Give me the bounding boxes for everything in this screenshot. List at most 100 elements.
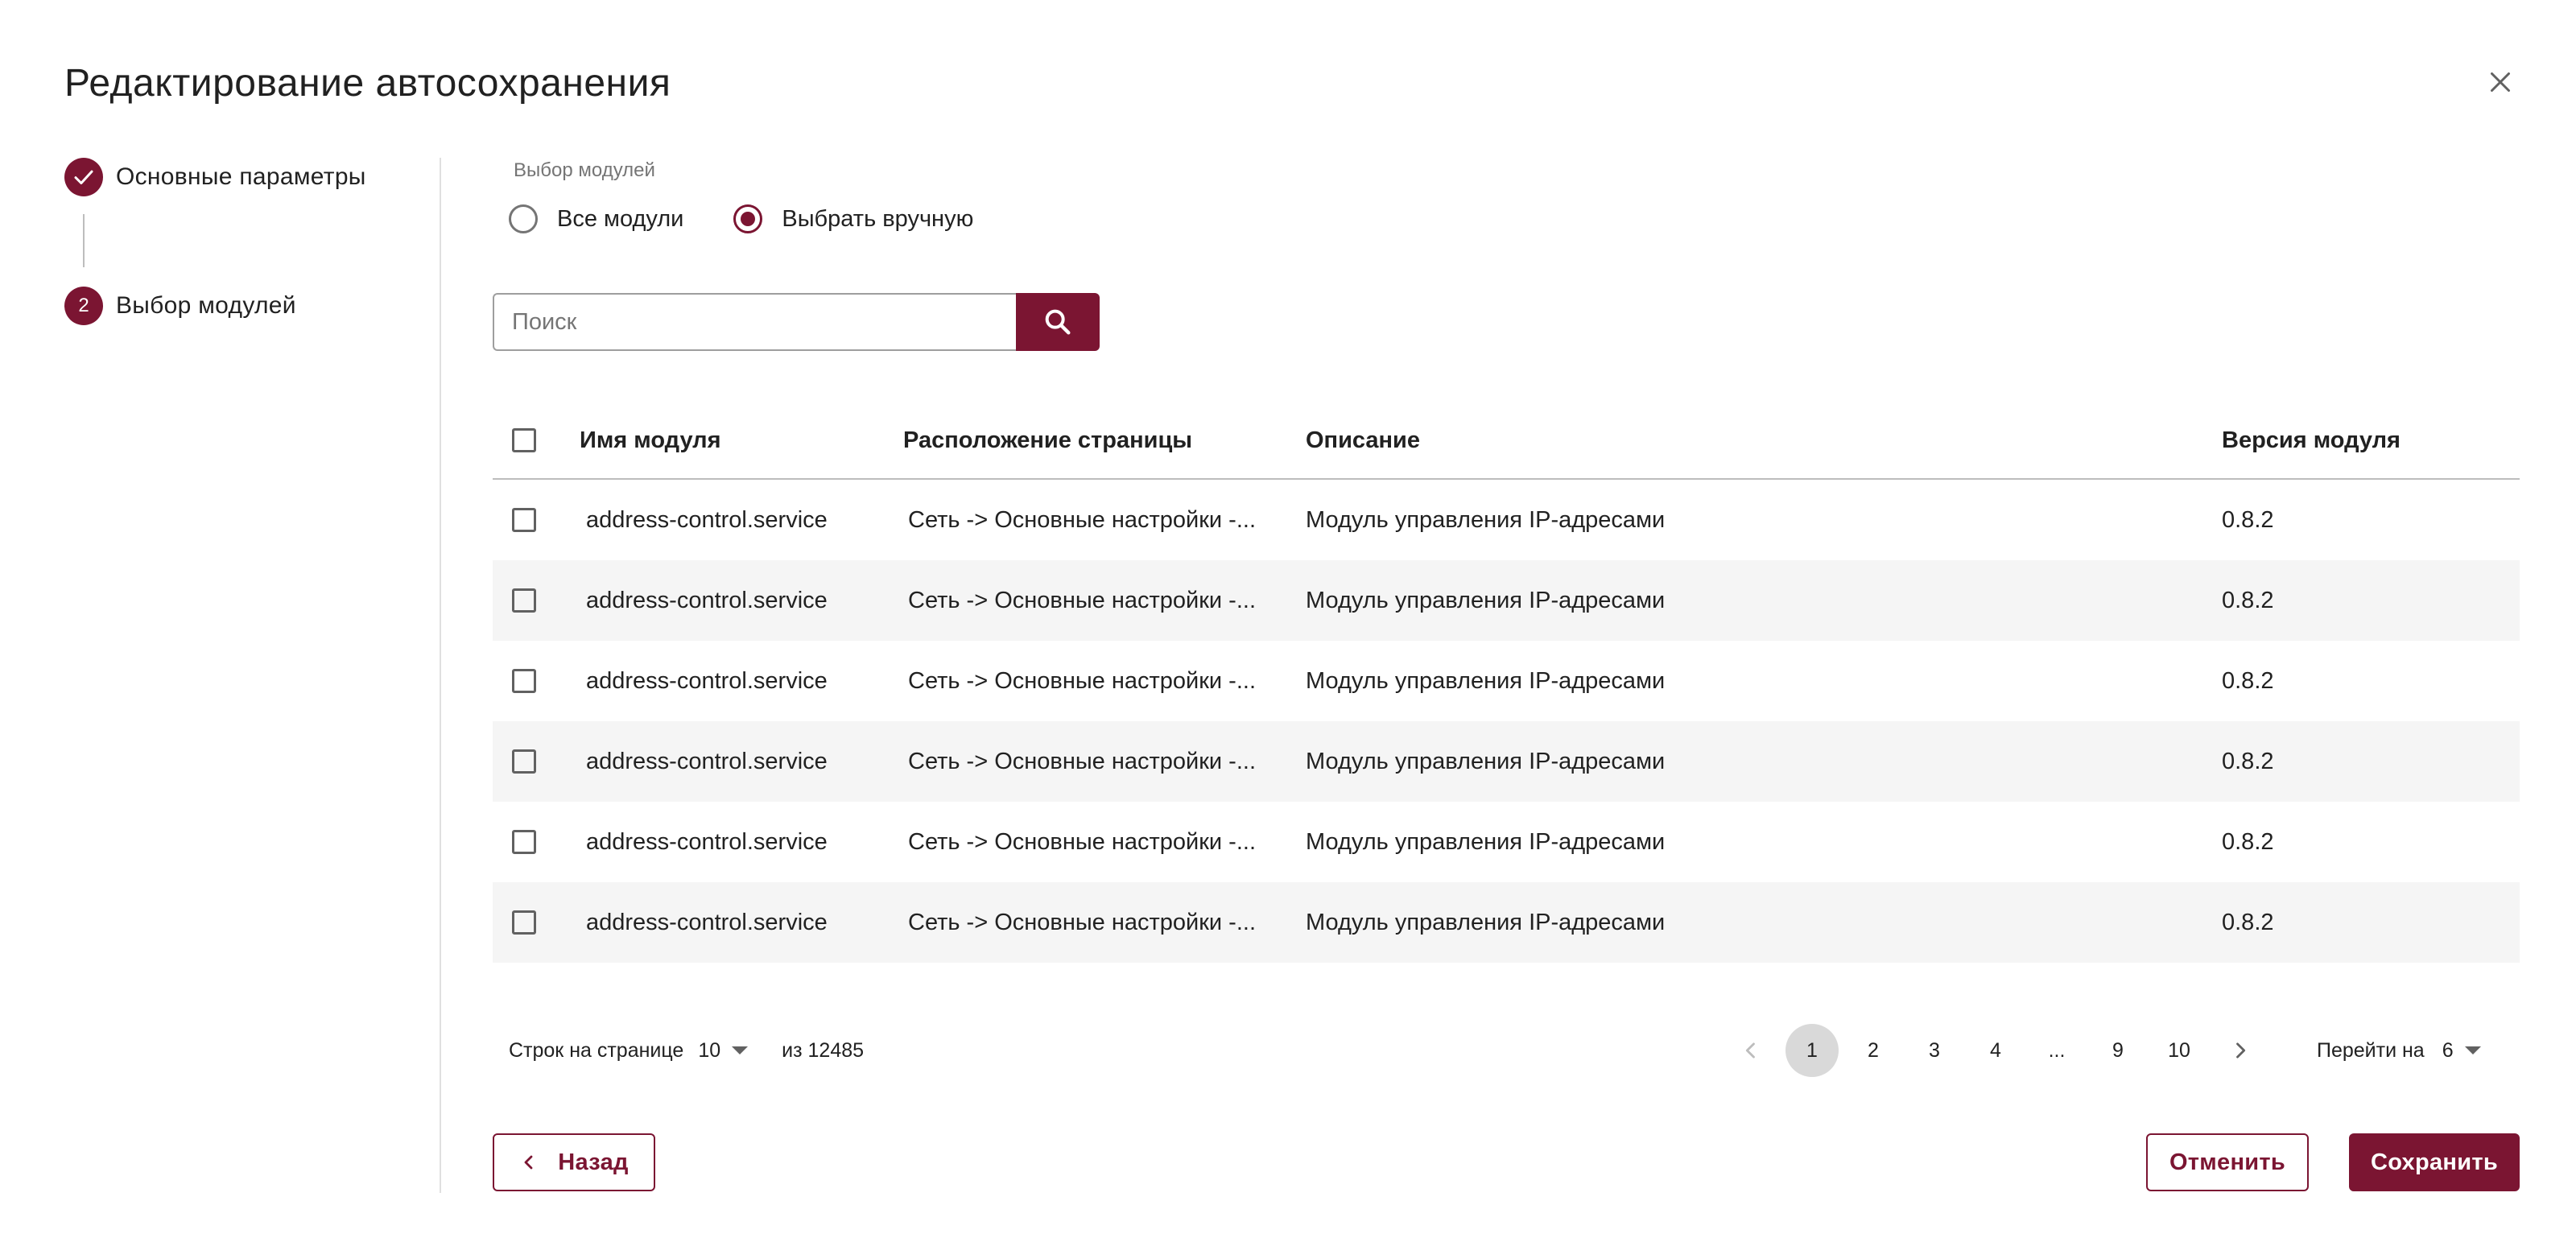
- rows-per-page-select[interactable]: 10: [698, 1038, 749, 1063]
- row-checkbox[interactable]: [512, 588, 536, 613]
- module-name: address-control.service: [586, 667, 828, 694]
- page-button-1[interactable]: 1: [1785, 1024, 1839, 1077]
- close-button[interactable]: [2481, 63, 2520, 101]
- select-all-cell: [512, 402, 536, 478]
- table-row[interactable]: address-control.service Сеть -> Основные…: [493, 560, 2520, 641]
- goto-page-select[interactable]: 6: [2442, 1039, 2481, 1063]
- dialog-title: Редактирование автосохранения: [64, 62, 671, 105]
- save-button[interactable]: Сохранить: [2349, 1133, 2520, 1191]
- chevron-left-icon: [1745, 1042, 1755, 1058]
- column-header-location[interactable]: Расположение страницы: [903, 402, 1192, 478]
- row-checkbox[interactable]: [512, 910, 536, 935]
- module-description: Модуль управления IP-адресами: [1306, 667, 1666, 694]
- module-selection-label: Выбор модулей: [514, 159, 655, 181]
- page-button-10[interactable]: 10: [2153, 1024, 2206, 1077]
- row-checkbox[interactable]: [512, 508, 536, 532]
- table-row[interactable]: address-control.service Сеть -> Основные…: [493, 721, 2520, 802]
- radio-all-modules[interactable]: Все модули: [509, 204, 683, 233]
- page-button-9[interactable]: 9: [2091, 1024, 2145, 1077]
- page-button-4[interactable]: 4: [1969, 1024, 2022, 1077]
- radio-button[interactable]: [733, 204, 763, 233]
- cancel-button[interactable]: Отменить: [2146, 1133, 2309, 1191]
- back-button[interactable]: Назад: [493, 1133, 655, 1191]
- chevron-down-icon: [732, 1046, 749, 1054]
- row-checkbox-cell: [512, 882, 536, 963]
- page-ellipsis: ...: [2048, 1038, 2066, 1062]
- column-header-version[interactable]: Версия модуля: [2222, 402, 2401, 478]
- module-description: Модуль управления IP-адресами: [1306, 828, 1666, 855]
- row-checkbox-cell: [512, 641, 536, 721]
- step-completed-circle: [64, 158, 103, 196]
- page-list: 1 2 3 4 ... 9 10: [1724, 1022, 2275, 1079]
- modules-table: Имя модуля Расположение страницы Описани…: [493, 402, 2520, 963]
- search-input[interactable]: [493, 293, 1016, 351]
- step-label: Основные параметры: [116, 163, 366, 190]
- module-description: Модуль управления IP-адресами: [1306, 909, 1666, 935]
- row-checkbox[interactable]: [512, 830, 536, 854]
- module-location: Сеть -> Основные настройки -...: [908, 667, 1257, 694]
- prev-page-button[interactable]: [1724, 1024, 1777, 1077]
- row-checkbox[interactable]: [512, 749, 536, 774]
- vertical-divider: [440, 158, 441, 1193]
- module-version: 0.8.2: [2222, 748, 2274, 774]
- row-checkbox[interactable]: [512, 669, 536, 693]
- module-name: address-control.service: [586, 587, 828, 613]
- module-location: Сеть -> Основные настройки -...: [908, 587, 1257, 613]
- table-header: Имя модуля Расположение страницы Описани…: [493, 402, 2520, 480]
- module-location: Сеть -> Основные настройки -...: [908, 909, 1257, 935]
- goto-page-label: Перейти на: [2317, 1038, 2425, 1062]
- row-checkbox-cell: [512, 560, 536, 641]
- row-checkbox-cell: [512, 480, 536, 560]
- module-description: Модуль управления IP-адресами: [1306, 587, 1666, 613]
- radio-label: Все модули: [557, 205, 684, 232]
- module-version: 0.8.2: [2222, 828, 2274, 855]
- total-count: из 12485: [782, 1038, 865, 1062]
- select-all-checkbox[interactable]: [512, 428, 536, 452]
- close-icon: [2491, 72, 2510, 92]
- chevron-down-icon: [2464, 1046, 2481, 1054]
- page-button-2[interactable]: 2: [1847, 1024, 1900, 1077]
- stepper-step-module-selection[interactable]: 2 Выбор модулей: [64, 287, 296, 325]
- module-location: Сеть -> Основные настройки -...: [908, 828, 1257, 855]
- module-name: address-control.service: [586, 909, 828, 935]
- module-version: 0.8.2: [2222, 506, 2274, 533]
- step-label: Выбор модулей: [116, 292, 296, 319]
- search-icon: [1045, 309, 1071, 335]
- module-version: 0.8.2: [2222, 909, 2274, 935]
- stepper-connector: [83, 214, 85, 267]
- back-button-label: Назад: [558, 1149, 629, 1175]
- row-checkbox-cell: [512, 802, 536, 882]
- module-location: Сеть -> Основные настройки -...: [908, 506, 1257, 533]
- column-header-description[interactable]: Описание: [1306, 402, 1420, 478]
- chevron-right-icon: [2236, 1042, 2246, 1058]
- stepper-step-basic-params[interactable]: Основные параметры: [64, 158, 366, 196]
- search-button[interactable]: [1016, 293, 1100, 351]
- goto-page-value: 6: [2442, 1038, 2454, 1062]
- column-header-name[interactable]: Имя модуля: [580, 402, 721, 478]
- table-row[interactable]: address-control.service Сеть -> Основные…: [493, 802, 2520, 882]
- chevron-left-icon: [524, 1155, 533, 1170]
- module-name: address-control.service: [586, 828, 828, 855]
- radio-manual-select[interactable]: Выбрать вручную: [733, 204, 973, 233]
- module-version: 0.8.2: [2222, 667, 2274, 694]
- module-description: Модуль управления IP-адресами: [1306, 748, 1666, 774]
- radio-label: Выбрать вручную: [782, 205, 974, 232]
- table-row[interactable]: address-control.service Сеть -> Основные…: [493, 641, 2520, 721]
- radio-button[interactable]: [509, 204, 538, 233]
- page-button-3[interactable]: 3: [1908, 1024, 1961, 1077]
- row-checkbox-cell: [512, 721, 536, 802]
- module-name: address-control.service: [586, 748, 828, 774]
- check-icon: [74, 170, 93, 184]
- module-selection-radio-group: Все модули Выбрать вручную: [509, 204, 973, 233]
- module-description: Модуль управления IP-адресами: [1306, 506, 1666, 533]
- table-row[interactable]: address-control.service Сеть -> Основные…: [493, 480, 2520, 560]
- next-page-button[interactable]: [2214, 1024, 2267, 1077]
- module-location: Сеть -> Основные настройки -...: [908, 748, 1257, 774]
- goto-page: Перейти на 6: [2317, 1022, 2481, 1079]
- table-row[interactable]: address-control.service Сеть -> Основные…: [493, 882, 2520, 963]
- rows-per-page: Строк на странице 10 из 12485: [509, 1022, 864, 1079]
- pagination: Строк на странице 10 из 12485 1 2 3 4 ..…: [493, 1022, 2520, 1079]
- rows-per-page-value: 10: [698, 1038, 721, 1062]
- module-name: address-control.service: [586, 506, 828, 533]
- search-bar: [493, 293, 1100, 351]
